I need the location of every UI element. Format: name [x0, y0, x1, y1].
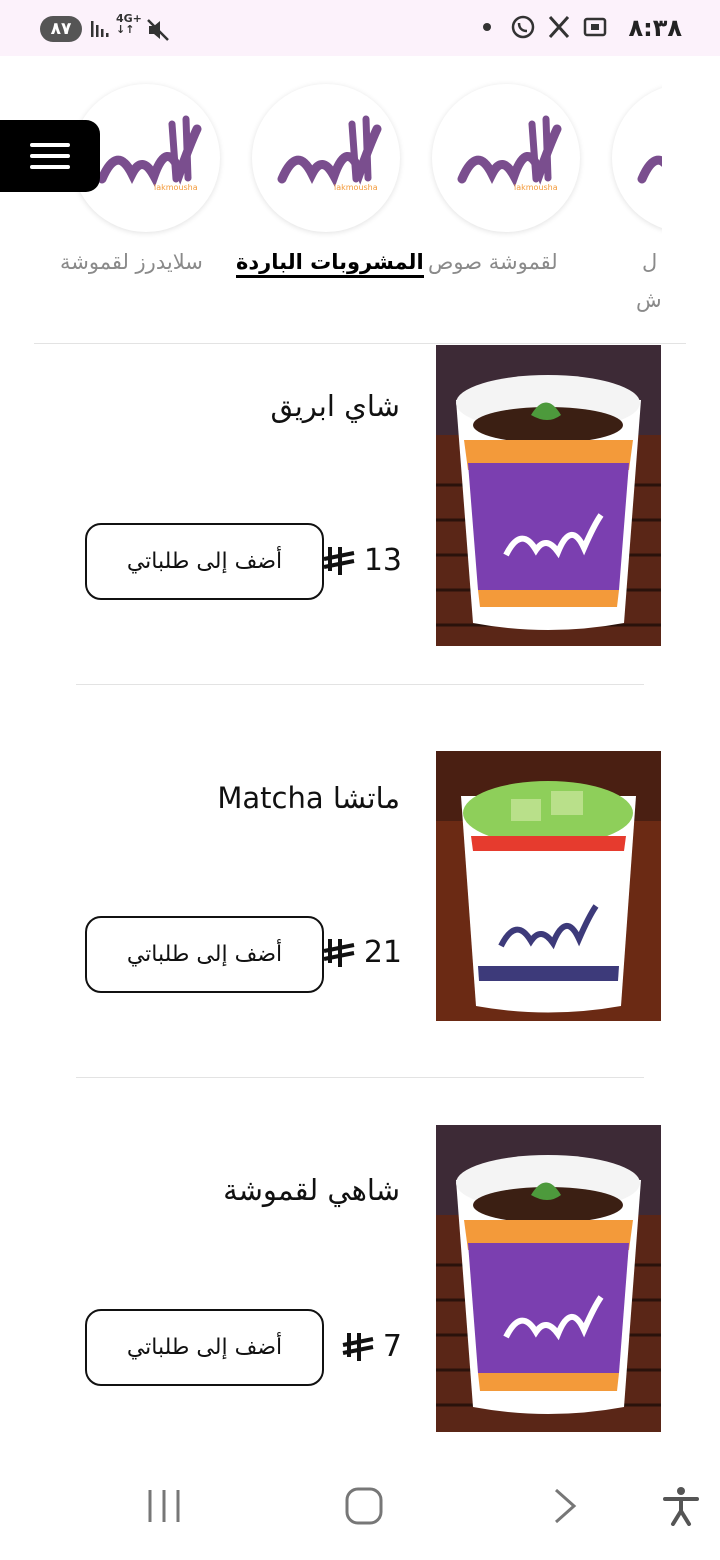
price-value: 7	[382, 1329, 402, 1364]
category-label-partial[interactable]: ل	[642, 250, 657, 274]
svg-text:lakmousha: lakmousha	[334, 183, 378, 192]
category-label-sliders[interactable]: سلايدرز لقموشة	[60, 250, 203, 274]
add-to-order-button[interactable]: أضف إلى طلباتي	[85, 916, 324, 993]
price-value: 21	[363, 935, 402, 970]
whatsapp-icon	[511, 15, 535, 39]
status-bar: ٨٧ 4G+ ↓↑ ٨:٣٨	[0, 0, 720, 56]
x-twitter-icon	[548, 15, 570, 39]
product-image[interactable]	[436, 345, 661, 646]
divider	[34, 343, 686, 344]
product-image[interactable]	[436, 751, 661, 1021]
menu-icon	[30, 143, 70, 147]
price-value: 13	[363, 543, 402, 578]
category-label-sauce[interactable]: لقموشة صوص	[428, 250, 558, 274]
lakmousha-logo	[637, 155, 662, 184]
add-to-order-button[interactable]: أضف إلى طلباتي	[85, 523, 324, 600]
svg-text:lakmousha: lakmousha	[514, 183, 558, 192]
divider	[76, 684, 644, 685]
product-name: شاهي لقموشة	[223, 1173, 400, 1207]
category-label-partial-line2[interactable]: ش	[636, 288, 662, 312]
riyal-icon	[323, 938, 355, 967]
category-logo-cold-drinks[interactable]: lakmousha	[252, 84, 400, 232]
svg-text:lakmousha: lakmousha	[154, 183, 198, 192]
recent-apps-icon[interactable]	[144, 1486, 184, 1526]
signal-icon	[91, 21, 109, 37]
product-image[interactable]	[436, 1125, 661, 1432]
back-icon[interactable]	[548, 1486, 582, 1526]
product-name: ماتشا Matcha	[217, 781, 400, 815]
clock: ٨:٣٨	[628, 14, 682, 42]
add-to-order-button[interactable]: أضف إلى طلباتي	[85, 1309, 324, 1386]
purple-cup-icon	[436, 345, 661, 646]
lakmousha-logo: lakmousha	[457, 115, 562, 192]
product-name: شاي ابريق	[270, 389, 400, 423]
battery-indicator: ٨٧	[40, 16, 82, 42]
category-strip[interactable]: lakmousha lakmousha lakmousha سلايدرز لق…	[0, 56, 662, 326]
notification-dot	[474, 14, 500, 40]
lakmousha-logo: lakmousha	[277, 115, 382, 192]
network-type: 4G+ ↓↑	[116, 12, 142, 36]
home-icon[interactable]	[344, 1486, 384, 1526]
accessibility-icon[interactable]	[662, 1486, 700, 1526]
product-price: 13	[322, 543, 402, 578]
system-nav-bar	[0, 1456, 720, 1560]
riyal-icon	[323, 546, 355, 575]
mute-icon	[147, 19, 169, 41]
category-logo-sauce[interactable]: lakmousha	[432, 84, 580, 232]
category-logo-partial[interactable]	[612, 84, 662, 232]
hamburger-menu-button[interactable]	[0, 120, 100, 192]
riyal-icon	[342, 1332, 374, 1361]
product-price: 7	[341, 1329, 402, 1364]
category-label-cold-drinks[interactable]: المشروبات الباردة	[236, 250, 424, 278]
divider	[76, 1077, 644, 1078]
screenshot-icon	[583, 17, 607, 37]
product-price: 21	[322, 935, 402, 970]
purple-cup-icon	[436, 1125, 661, 1432]
white-cup-icon	[436, 751, 661, 1021]
